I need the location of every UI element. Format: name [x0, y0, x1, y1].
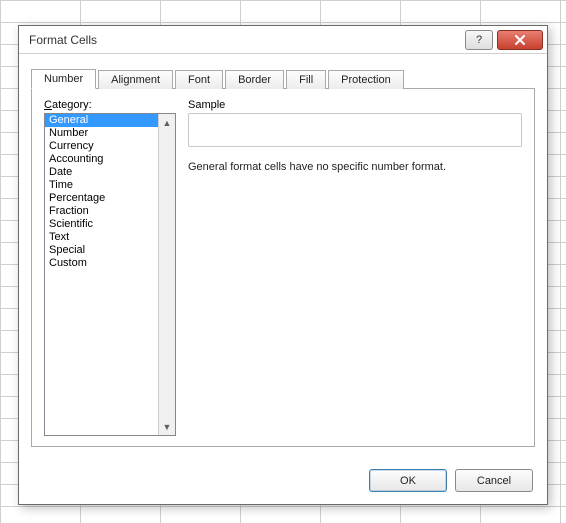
category-listbox[interactable]: GeneralNumberCurrencyAccountingDateTimeP… — [44, 113, 176, 436]
cancel-button-label: Cancel — [477, 475, 511, 487]
tab-number[interactable]: Number — [31, 69, 96, 89]
category-label: Category: — [44, 99, 176, 111]
help-button[interactable]: ? — [465, 30, 493, 50]
titlebar: Format Cells ? — [19, 26, 547, 54]
cancel-button[interactable]: Cancel — [455, 469, 533, 492]
format-cells-dialog: Format Cells ? NumberAlignmentFontBorder… — [18, 25, 548, 505]
format-description: General format cells have no specific nu… — [188, 161, 522, 173]
category-item-percentage[interactable]: Percentage — [45, 192, 158, 205]
tab-font[interactable]: Font — [175, 70, 223, 89]
close-icon — [514, 35, 526, 45]
category-column: Category: GeneralNumberCurrencyAccountin… — [44, 99, 176, 436]
category-item-time[interactable]: Time — [45, 179, 158, 192]
scroll-down-icon[interactable]: ▼ — [159, 418, 175, 435]
dialog-footer: OK Cancel — [19, 459, 547, 504]
tab-protection[interactable]: Protection — [328, 70, 404, 89]
sample-box — [188, 113, 522, 147]
category-item-accounting[interactable]: Accounting — [45, 153, 158, 166]
sample-label: Sample — [188, 99, 522, 111]
tab-border[interactable]: Border — [225, 70, 284, 89]
close-button[interactable] — [497, 30, 543, 50]
tab-alignment[interactable]: Alignment — [98, 70, 173, 89]
category-item-number[interactable]: Number — [45, 127, 158, 140]
dialog-title: Format Cells — [29, 33, 461, 47]
tabstrip: NumberAlignmentFontBorderFillProtection — [31, 64, 535, 88]
category-item-scientific[interactable]: Scientific — [45, 218, 158, 231]
listbox-scrollbar[interactable]: ▲ ▼ — [158, 114, 175, 435]
category-item-date[interactable]: Date — [45, 166, 158, 179]
help-icon: ? — [476, 34, 482, 46]
dialog-body: NumberAlignmentFontBorderFillProtection … — [19, 54, 547, 459]
scroll-up-icon[interactable]: ▲ — [159, 114, 175, 131]
category-label-accelerator: C — [44, 99, 52, 111]
category-label-rest: ategory: — [52, 99, 92, 111]
category-item-general[interactable]: General — [45, 114, 158, 127]
category-item-text[interactable]: Text — [45, 231, 158, 244]
category-item-fraction[interactable]: Fraction — [45, 205, 158, 218]
ok-button-label: OK — [400, 475, 416, 487]
category-item-custom[interactable]: Custom — [45, 257, 158, 270]
number-tab-panel: Category: GeneralNumberCurrencyAccountin… — [31, 88, 535, 447]
category-item-currency[interactable]: Currency — [45, 140, 158, 153]
category-item-special[interactable]: Special — [45, 244, 158, 257]
ok-button[interactable]: OK — [369, 469, 447, 492]
detail-column: Sample General format cells have no spec… — [188, 99, 522, 436]
tab-fill[interactable]: Fill — [286, 70, 326, 89]
